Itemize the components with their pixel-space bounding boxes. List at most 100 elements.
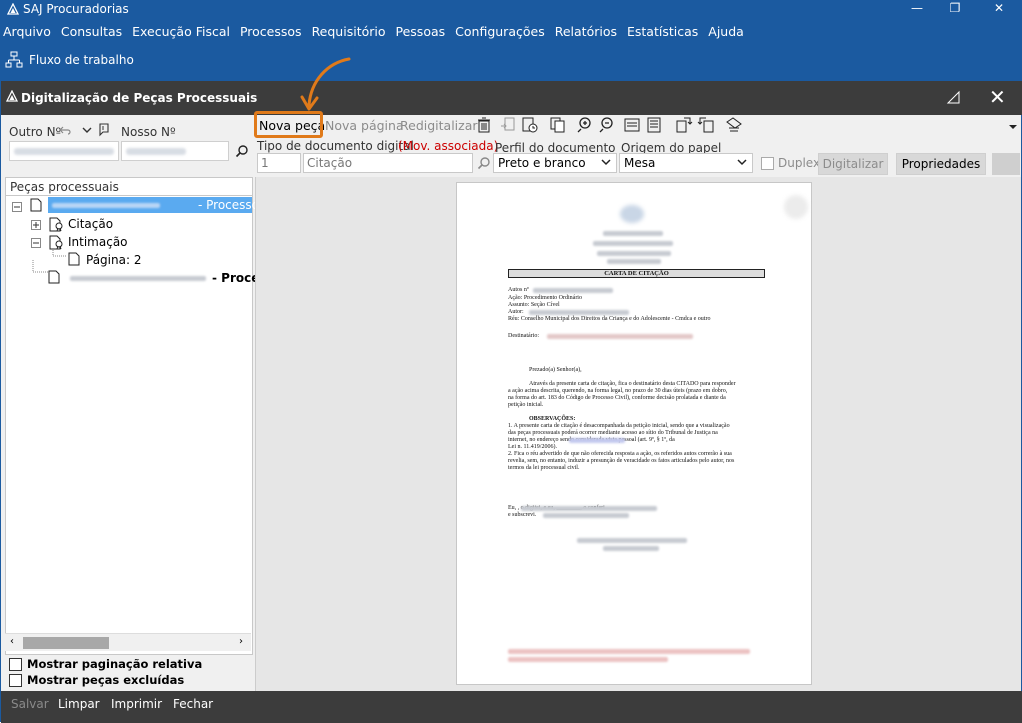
document-viewer[interactable]: CARTA DE CITAÇÃO Autos nº Ação: Procedim… xyxy=(255,177,1021,691)
scroll-left-icon[interactable]: ‹ xyxy=(10,636,14,647)
new-page-button[interactable]: Nova página xyxy=(325,118,404,133)
imprimir-button[interactable]: Imprimir xyxy=(111,697,162,711)
profile-select[interactable]: Preto e branco xyxy=(493,153,617,173)
fit-page-icon[interactable] xyxy=(645,116,663,134)
copy-pages-icon[interactable] xyxy=(549,116,567,134)
minimize-button[interactable]: — xyxy=(897,1,937,19)
ribbon: Fluxo de trabalho xyxy=(1,43,1022,81)
qr-smudge xyxy=(784,195,808,219)
tree-node-intimacao[interactable]: Intimação xyxy=(68,235,128,249)
document-icon xyxy=(48,270,60,284)
doc-autos: Autos nº xyxy=(508,287,529,293)
limpar-button[interactable]: Limpar xyxy=(58,697,100,711)
menu-estatisticas[interactable]: Estatísticas xyxy=(627,24,698,39)
workflow-button[interactable]: Fluxo de trabalho xyxy=(5,51,134,69)
menu-requisitorio[interactable]: Requisitório xyxy=(312,24,386,39)
seal-logo xyxy=(620,205,644,223)
zoom-out-icon[interactable] xyxy=(599,116,617,134)
document-tree: Peças processuais - Processo C Citação I… xyxy=(5,177,274,655)
scanner-settings-icon[interactable] xyxy=(725,116,743,134)
expand-icon[interactable] xyxy=(31,220,41,230)
certified-document-icon xyxy=(49,217,63,232)
menu-ajuda[interactable]: Ajuda xyxy=(708,24,744,39)
doc-corpo-4: petição inicial. xyxy=(508,402,544,408)
dialog-close-button[interactable]: ✕ xyxy=(989,87,1006,107)
document-history-icon[interactable] xyxy=(521,116,539,134)
propriedades-button[interactable]: Propriedades xyxy=(896,153,986,175)
dialog-title-bar: Digitalização de Peças Processuais ✕ xyxy=(1,81,1022,115)
trash-icon[interactable] xyxy=(475,116,493,134)
duplex-label: Duplex xyxy=(778,156,821,170)
callout-arrow-icon xyxy=(300,57,351,111)
nosso-number-field[interactable] xyxy=(121,141,229,161)
chevron-down-icon xyxy=(601,159,611,166)
move-document-icon[interactable] xyxy=(499,116,517,134)
menu-configuracoes[interactable]: Configurações xyxy=(455,24,545,39)
zoom-in-icon[interactable] xyxy=(577,116,595,134)
outro-label: Outro Nº xyxy=(9,125,62,139)
salvar-button[interactable]: Salvar xyxy=(11,697,49,711)
collapse-icon[interactable] xyxy=(12,202,22,212)
chevron-down-icon[interactable] xyxy=(81,125,93,135)
tree-header: Peças processuais xyxy=(6,178,252,196)
dialog-logo-icon xyxy=(6,90,18,102)
undo-icon[interactable] xyxy=(59,124,71,136)
tree-node-citacao[interactable]: Citação xyxy=(68,217,113,231)
bookmark-icon[interactable] xyxy=(98,123,110,137)
scroll-right-icon[interactable]: › xyxy=(239,636,243,647)
relative-pagination-label: Mostrar paginação relativa xyxy=(27,657,203,671)
search-icon[interactable] xyxy=(235,144,249,158)
left-pane: Outro Nº Nosso Nº Peças processuais - Pr… xyxy=(1,115,274,691)
nosso-label: Nosso Nº xyxy=(121,125,176,139)
doc-obs-7: termos da lei processual civil. xyxy=(508,465,580,471)
doc-saudacao: Prezado(a) Senhor(a), xyxy=(529,367,582,373)
menu-relatorios[interactable]: Relatórios xyxy=(555,24,617,39)
relative-pagination-checkbox[interactable] xyxy=(9,658,22,671)
origin-select[interactable]: Mesa xyxy=(619,153,753,173)
tree-node-processo-1[interactable]: - Processo C xyxy=(48,197,271,213)
page-icon xyxy=(68,252,80,266)
show-excluded-label: Mostrar peças excluídas xyxy=(27,673,185,687)
fit-width-icon[interactable] xyxy=(623,116,641,134)
doc-fecho-2: e subscrevi. xyxy=(508,512,537,518)
workflow-label: Fluxo de trabalho xyxy=(29,53,134,67)
highlight-callout xyxy=(254,111,323,138)
bottom-action-bar: Salvar Limpar Imprimir Fechar xyxy=(1,691,1022,723)
restore-button[interactable]: ❐ xyxy=(935,1,975,19)
doc-type-code-input[interactable]: 1 xyxy=(257,153,301,173)
title-bar: SAJ Procuradorias — ❐ ✕ xyxy=(1,1,1022,19)
menu-execucao-fiscal[interactable]: Execução Fiscal xyxy=(132,24,230,39)
rotate-left-icon[interactable] xyxy=(697,116,715,134)
tree-node-pagina[interactable]: Página: 2 xyxy=(86,253,141,267)
menu-consultas[interactable]: Consultas xyxy=(61,24,122,39)
menu-arquivo[interactable]: Arquivo xyxy=(3,24,51,39)
doc-destinatario: Destinatário: xyxy=(508,333,539,339)
scanned-page: CARTA DE CITAÇÃO Autos nº Ação: Procedim… xyxy=(456,182,812,685)
tree-node-processo-2[interactable]: - Process xyxy=(66,271,274,287)
tree-horizontal-scrollbar[interactable]: ‹ › xyxy=(5,633,251,651)
rotate-right-icon[interactable] xyxy=(675,116,693,134)
extra-button[interactable] xyxy=(992,153,1020,175)
digitalizar-button[interactable]: Digitalizar xyxy=(818,153,888,175)
duplex-checkbox[interactable] xyxy=(761,157,774,170)
outro-number-field[interactable] xyxy=(9,141,119,161)
collapse-icon[interactable] xyxy=(31,238,41,248)
show-excluded-checkbox[interactable] xyxy=(9,674,22,687)
search-icon[interactable] xyxy=(477,156,491,170)
doc-heading: CARTA DE CITAÇÃO xyxy=(508,269,765,278)
toolbar: Nova peça Nova página Redigitalizar xyxy=(255,115,1022,137)
menu-processos[interactable]: Processos xyxy=(240,24,302,39)
dialog-minimize-icon[interactable] xyxy=(945,89,961,105)
fechar-button[interactable]: Fechar xyxy=(173,697,213,711)
dialog-title: Digitalização de Peças Processuais xyxy=(21,91,258,105)
scrollbar-thumb[interactable] xyxy=(23,637,109,649)
close-window-button[interactable]: ✕ xyxy=(979,1,1019,19)
toolbar-overflow-icon[interactable] xyxy=(1008,124,1018,130)
chevron-down-icon xyxy=(737,159,747,166)
menu-pessoas[interactable]: Pessoas xyxy=(396,24,446,39)
mov-associada-label: (Mov. associada) xyxy=(398,139,499,153)
tree-connector xyxy=(32,260,48,273)
rescan-button[interactable]: Redigitalizar xyxy=(400,118,478,133)
doc-type-input[interactable]: Citação xyxy=(303,153,473,173)
document-icon xyxy=(30,198,42,212)
